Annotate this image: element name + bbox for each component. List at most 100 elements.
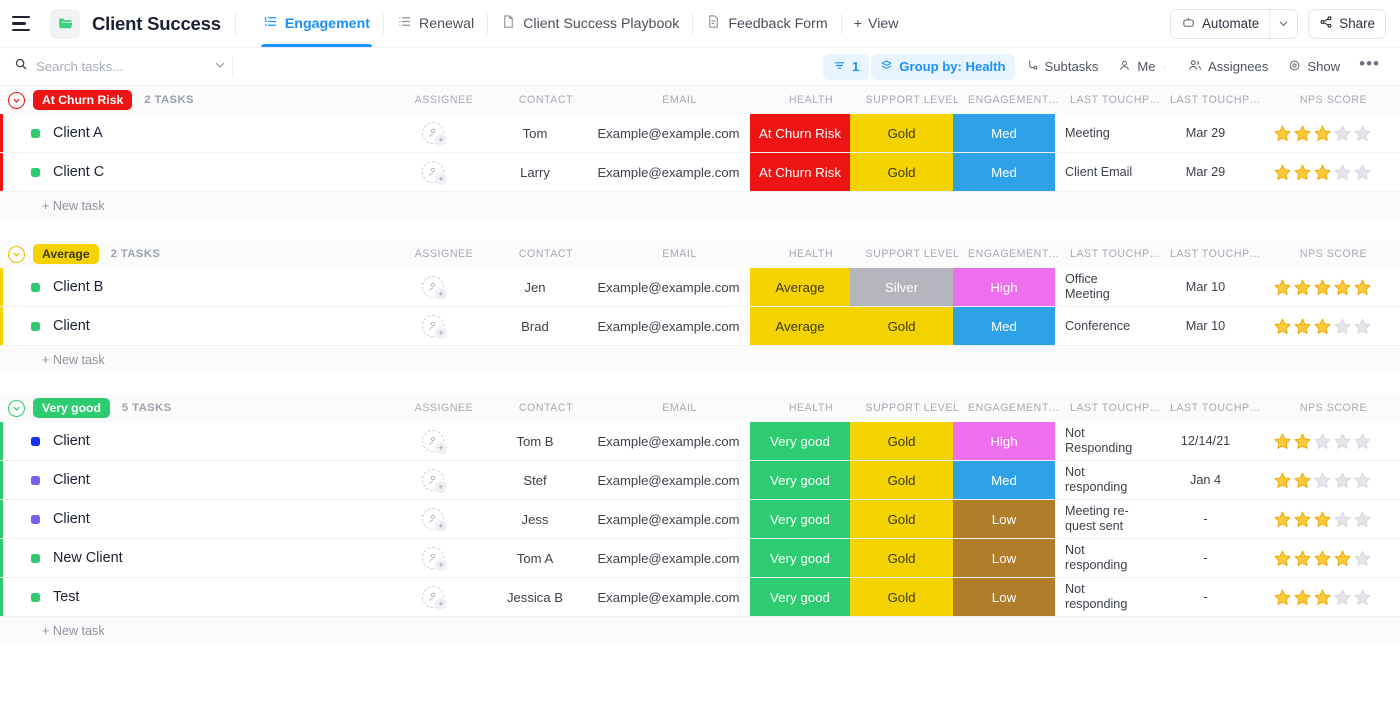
nps-score-cell[interactable] xyxy=(1256,422,1389,460)
tab-engagement[interactable]: Engagement xyxy=(250,0,383,47)
last-touchpoint-date-cell[interactable]: Mar 29 xyxy=(1155,153,1256,191)
star-icon-5[interactable] xyxy=(1353,510,1372,529)
assignee-cell[interactable]: + xyxy=(383,539,483,577)
star-icon-2[interactable] xyxy=(1293,549,1312,568)
last-touchpoint-cell[interactable]: Meeting xyxy=(1055,114,1155,152)
tab-renewal[interactable]: Renewal xyxy=(384,0,487,47)
last-touchpoint-cell[interactable]: Not responding xyxy=(1055,578,1155,616)
star-icon-4[interactable] xyxy=(1333,317,1352,336)
assignee-cell[interactable]: + xyxy=(383,268,483,306)
search-input[interactable] xyxy=(36,59,186,74)
nps-score-cell[interactable] xyxy=(1256,268,1389,306)
email-cell[interactable]: Example@example.com xyxy=(587,500,750,538)
more-options-button[interactable]: ••• xyxy=(1351,54,1388,80)
column-header-engagement[interactable]: ENGAGEMENT L... xyxy=(964,94,1066,106)
task-name-cell[interactable]: Client C xyxy=(3,153,383,191)
task-name-cell[interactable]: New Client xyxy=(3,539,383,577)
contact-cell[interactable]: Jess xyxy=(483,500,587,538)
add-assignee-icon[interactable]: + xyxy=(422,161,444,183)
star-icon-5[interactable] xyxy=(1353,163,1372,182)
table-row[interactable]: Client+StefExample@example.comVery goodG… xyxy=(0,461,1400,500)
support-level-cell[interactable]: Gold xyxy=(850,500,953,538)
show-button[interactable]: Show xyxy=(1279,54,1349,80)
assignee-cell[interactable]: + xyxy=(383,114,483,152)
nps-score-cell[interactable] xyxy=(1256,114,1389,152)
star-icon-2[interactable] xyxy=(1293,163,1312,182)
last-touchpoint-date-cell[interactable]: - xyxy=(1155,578,1256,616)
star-icon-3[interactable] xyxy=(1313,510,1332,529)
status-dot[interactable] xyxy=(31,476,40,485)
star-icon-3[interactable] xyxy=(1313,432,1332,451)
column-header-email[interactable]: EMAIL xyxy=(598,248,761,260)
star-icon-1[interactable] xyxy=(1273,471,1292,490)
add-view-button[interactable]: + View xyxy=(842,16,911,32)
star-icon-1[interactable] xyxy=(1273,278,1292,297)
table-row[interactable]: Client+JessExample@example.comVery goodG… xyxy=(0,500,1400,539)
nps-stars[interactable] xyxy=(1273,510,1372,529)
email-cell[interactable]: Example@example.com xyxy=(587,307,750,345)
search-box[interactable] xyxy=(14,57,226,76)
support-level-cell[interactable]: Gold xyxy=(850,578,953,616)
table-row[interactable]: Client B+JenExample@example.comAverageSi… xyxy=(0,268,1400,307)
column-header-health[interactable]: HEALTH xyxy=(761,248,861,260)
last-touchpoint-date-cell[interactable]: 12/14/21 xyxy=(1155,422,1256,460)
star-icon-2[interactable] xyxy=(1293,588,1312,607)
group-status-badge[interactable]: At Churn Risk xyxy=(33,90,132,110)
contact-cell[interactable]: Tom A xyxy=(483,539,587,577)
email-cell[interactable]: Example@example.com xyxy=(587,578,750,616)
add-assignee-icon[interactable]: + xyxy=(422,315,444,337)
hamburger-icon[interactable] xyxy=(10,11,36,37)
nps-stars[interactable] xyxy=(1273,432,1372,451)
star-icon-5[interactable] xyxy=(1353,471,1372,490)
health-cell[interactable]: Very good xyxy=(750,500,850,538)
column-header-health[interactable]: HEALTH xyxy=(761,402,861,414)
task-name-cell[interactable]: Client xyxy=(3,461,383,499)
assignee-cell[interactable]: + xyxy=(383,422,483,460)
column-header-assignee[interactable]: ASSIGNEE xyxy=(394,248,494,260)
column-header-support[interactable]: SUPPORT LEVEL xyxy=(861,402,964,414)
star-icon-3[interactable] xyxy=(1313,549,1332,568)
column-header-support[interactable]: SUPPORT LEVEL xyxy=(861,248,964,260)
star-icon-4[interactable] xyxy=(1333,588,1352,607)
task-name-cell[interactable]: Test xyxy=(3,578,383,616)
health-cell[interactable]: Very good xyxy=(750,578,850,616)
health-cell[interactable]: Average xyxy=(750,307,850,345)
support-level-cell[interactable]: Gold xyxy=(850,114,953,152)
column-header-email[interactable]: EMAIL xyxy=(598,402,761,414)
column-header-touchdate[interactable]: LAST TOUCHPOI... xyxy=(1166,94,1267,106)
nps-score-cell[interactable] xyxy=(1256,539,1389,577)
nps-score-cell[interactable] xyxy=(1256,307,1389,345)
column-header-nps[interactable]: NPS SCORE xyxy=(1267,94,1400,106)
column-header-contact[interactable]: CONTACT xyxy=(494,94,598,106)
contact-cell[interactable]: Tom B xyxy=(483,422,587,460)
contact-cell[interactable]: Jessica B xyxy=(483,578,587,616)
support-level-cell[interactable]: Gold xyxy=(850,153,953,191)
automate-button[interactable]: Automate xyxy=(1170,9,1298,39)
contact-cell[interactable]: Brad xyxy=(483,307,587,345)
last-touchpoint-cell[interactable]: Conference xyxy=(1055,307,1155,345)
star-icon-2[interactable] xyxy=(1293,124,1312,143)
nps-stars[interactable] xyxy=(1273,124,1372,143)
engagement-level-cell[interactable]: Med xyxy=(953,461,1055,499)
add-assignee-icon[interactable]: + xyxy=(422,276,444,298)
contact-cell[interactable]: Larry xyxy=(483,153,587,191)
star-icon-5[interactable] xyxy=(1353,124,1372,143)
assignee-cell[interactable]: + xyxy=(383,307,483,345)
folder-icon[interactable] xyxy=(50,9,80,39)
last-touchpoint-cell[interactable]: Client Email xyxy=(1055,153,1155,191)
star-icon-1[interactable] xyxy=(1273,124,1292,143)
status-dot[interactable] xyxy=(31,322,40,331)
assignee-cell[interactable]: + xyxy=(383,578,483,616)
engagement-level-cell[interactable]: Med xyxy=(953,114,1055,152)
engagement-level-cell[interactable]: High xyxy=(953,268,1055,306)
health-cell[interactable]: Very good xyxy=(750,539,850,577)
star-icon-3[interactable] xyxy=(1313,588,1332,607)
table-row[interactable]: Client C+LarryExample@example.comAt Chur… xyxy=(0,153,1400,192)
table-row[interactable]: Test+Jessica BExample@example.comVery go… xyxy=(0,578,1400,617)
engagement-level-cell[interactable]: Med xyxy=(953,153,1055,191)
new-task-button[interactable]: + New task xyxy=(0,346,1400,373)
table-row[interactable]: Client A+TomExample@example.comAt Churn … xyxy=(0,114,1400,153)
column-header-engagement[interactable]: ENGAGEMENT L... xyxy=(964,402,1066,414)
contact-cell[interactable]: Jen xyxy=(483,268,587,306)
collapse-chevron-icon[interactable] xyxy=(8,246,25,263)
